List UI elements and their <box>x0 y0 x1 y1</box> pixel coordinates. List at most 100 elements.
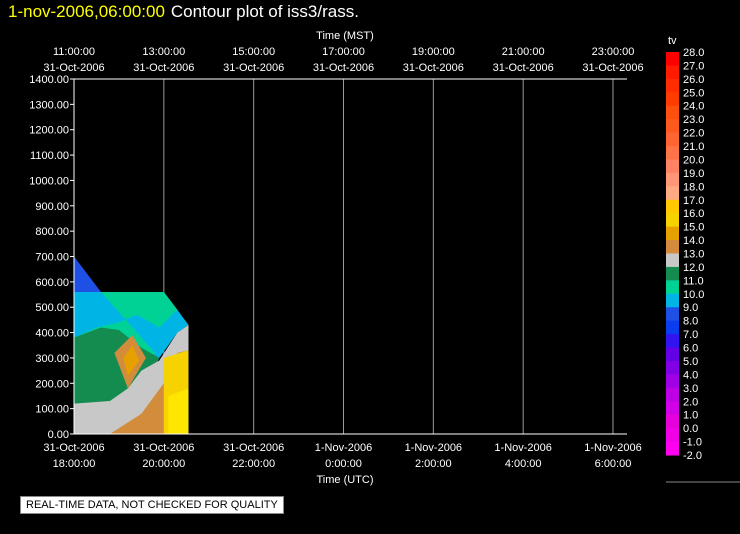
bottom-tick-date: 1-Nov-2006 <box>584 442 641 454</box>
colorbar-swatch <box>666 360 679 375</box>
colorbar-swatch <box>666 387 679 402</box>
top-tick-time: 19:00:00 <box>412 46 455 58</box>
colorbar-swatch <box>666 52 679 66</box>
colorbar-swatch <box>666 186 679 201</box>
colorbar-tick-label: 1.0 <box>683 410 698 422</box>
colorbar-swatch <box>666 401 679 416</box>
top-tick-date: 31-Oct-2006 <box>133 62 194 74</box>
colorbar-tick-label: 4.0 <box>683 369 698 381</box>
bottom-tick-date: 31-Oct-2006 <box>43 442 104 454</box>
colorbar-swatch <box>666 428 679 443</box>
colorbar-swatch <box>666 78 679 93</box>
y-tick-label: 400.00 <box>35 328 69 340</box>
colorbar-tick-label: 28.0 <box>683 47 704 59</box>
colorbar-label: tv <box>668 35 677 47</box>
y-tick-label: 500.00 <box>35 302 69 314</box>
colorbar-tick-label: 8.0 <box>683 316 698 328</box>
contour-fill <box>74 256 189 434</box>
y-tick-label: 700.00 <box>35 252 69 264</box>
colorbar-swatch <box>666 172 679 187</box>
colorbar-tick-label: 17.0 <box>683 195 704 207</box>
top-tick-time: 11:00:00 <box>53 46 95 58</box>
colorbar-swatch <box>666 132 679 147</box>
colorbar-swatch <box>666 146 679 160</box>
colorbar-tick-label: 18.0 <box>683 181 704 193</box>
colorbar-tick-label: 5.0 <box>683 356 698 368</box>
bottom-tick-time: 6:00:00 <box>595 458 632 470</box>
top-tick-time: 21:00:00 <box>502 46 545 58</box>
y-tick-label: 800.00 <box>35 226 69 238</box>
colorbar-tick-label: 3.0 <box>683 383 698 395</box>
colorbar-tick-label: 9.0 <box>683 302 698 314</box>
bottom-tick-time: 0:00:00 <box>325 458 362 470</box>
top-tick-time: 17:00:00 <box>322 46 365 58</box>
y-tick-label: 1100.00 <box>30 150 69 162</box>
colorbar-tick-label: 10.0 <box>683 289 704 301</box>
bottom-tick-time: 2:00:00 <box>415 458 452 470</box>
top-tick-date: 31-Oct-2006 <box>493 62 554 74</box>
colorbar-swatch <box>666 293 679 308</box>
y-tick-label: 600.00 <box>35 277 69 289</box>
colorbar-tick-label: 15.0 <box>683 222 704 234</box>
bottom-tick-date: 1-Nov-2006 <box>494 442 551 454</box>
bottom-tick-time: 22:00:00 <box>232 458 275 470</box>
colorbar-tick-label: 25.0 <box>683 87 704 99</box>
colorbar-swatch <box>666 119 679 134</box>
bottom-tick-time: 20:00:00 <box>142 458 185 470</box>
colorbar-swatch <box>666 92 679 107</box>
colorbar-tick-label: 0.0 <box>683 423 698 435</box>
top-tick-date: 31-Oct-2006 <box>223 62 284 74</box>
colorbar-swatch <box>666 240 679 254</box>
y-tick-label: 0.00 <box>48 429 69 441</box>
colorbar-tick-label: -1.0 <box>683 437 702 449</box>
colorbar-tick-label: 23.0 <box>683 114 704 126</box>
colorbar-tick-label: 13.0 <box>683 249 704 261</box>
bottom-tick-date: 1-Nov-2006 <box>405 442 462 454</box>
colorbar-swatch <box>666 105 679 120</box>
contour-region <box>168 388 189 434</box>
top-tick-time: 23:00:00 <box>592 46 635 58</box>
top-axis-label: Time (MST) <box>316 30 374 42</box>
top-tick-date: 31-Oct-2006 <box>582 62 643 74</box>
colorbar-tick-label: 16.0 <box>683 208 704 220</box>
colorbar-swatch <box>666 226 679 241</box>
top-tick-date: 31-Oct-2006 <box>43 62 104 74</box>
contour-plot: 0.00 100.00 200.00 300.00 400.00 500.00 600.00… <box>29 30 740 486</box>
bottom-tick-time: 4:00:00 <box>505 458 542 470</box>
colorbar-tick-label: 27.0 <box>683 60 704 72</box>
bottom-axis-ticks: 31-Oct-2006 18:00:00 31-Oct-2006 20:00:00 31… <box>43 442 641 470</box>
colorbar-tick-label: 19.0 <box>683 168 704 180</box>
colorbar: tv 28.027.0 26.025.0 24.023.0 22.021.020.0 1… <box>666 35 740 483</box>
y-tick-label: 900.00 <box>35 201 69 213</box>
y-tick-label: 1300.00 <box>29 99 69 111</box>
y-tick-label: 1200.00 <box>29 125 69 137</box>
bottom-tick-date: 31-Oct-2006 <box>133 442 194 454</box>
quality-disclaimer: REAL-TIME DATA, NOT CHECKED FOR QUALITY <box>20 496 284 514</box>
colorbar-tick-label: 12.0 <box>683 262 704 274</box>
colorbar-tick-label: 26.0 <box>683 74 704 86</box>
top-tick-time: 13:00:00 <box>142 46 185 58</box>
colorbar-swatch <box>666 159 679 174</box>
colorbar-tick-label: 24.0 <box>683 101 704 113</box>
top-axis-ticks: 11:00:00 31-Oct-2006 13:00:00 31-Oct-2006 15… <box>43 46 643 74</box>
bottom-axis-label: Time (UTC) <box>316 474 373 486</box>
top-tick-date: 31-Oct-2006 <box>403 62 464 74</box>
colorbar-swatch <box>666 307 679 322</box>
y-tick-label: 1000.00 <box>29 175 69 187</box>
y-tick-label: 300.00 <box>35 353 69 365</box>
colorbar-tick-label: 22.0 <box>683 128 704 140</box>
colorbar-swatch <box>666 347 679 362</box>
colorbar-swatch <box>666 253 679 268</box>
top-tick-time: 15:00:00 <box>232 46 275 58</box>
colorbar-swatch <box>666 199 679 214</box>
colorbar-tick-label: 20.0 <box>683 154 704 166</box>
colorbar-swatch <box>666 441 679 456</box>
colorbar-tick-label: 21.0 <box>683 141 704 153</box>
top-tick-date: 31-Oct-2006 <box>313 62 374 74</box>
y-axis-ticks: 0.00 100.00 200.00 300.00 400.00 500.00 600.00… <box>29 74 74 441</box>
colorbar-swatch <box>666 280 679 295</box>
y-tick-label: 200.00 <box>35 378 69 390</box>
colorbar-swatch <box>666 65 679 80</box>
contour-region <box>74 256 101 292</box>
colorbar-tick-label: 7.0 <box>683 329 698 341</box>
